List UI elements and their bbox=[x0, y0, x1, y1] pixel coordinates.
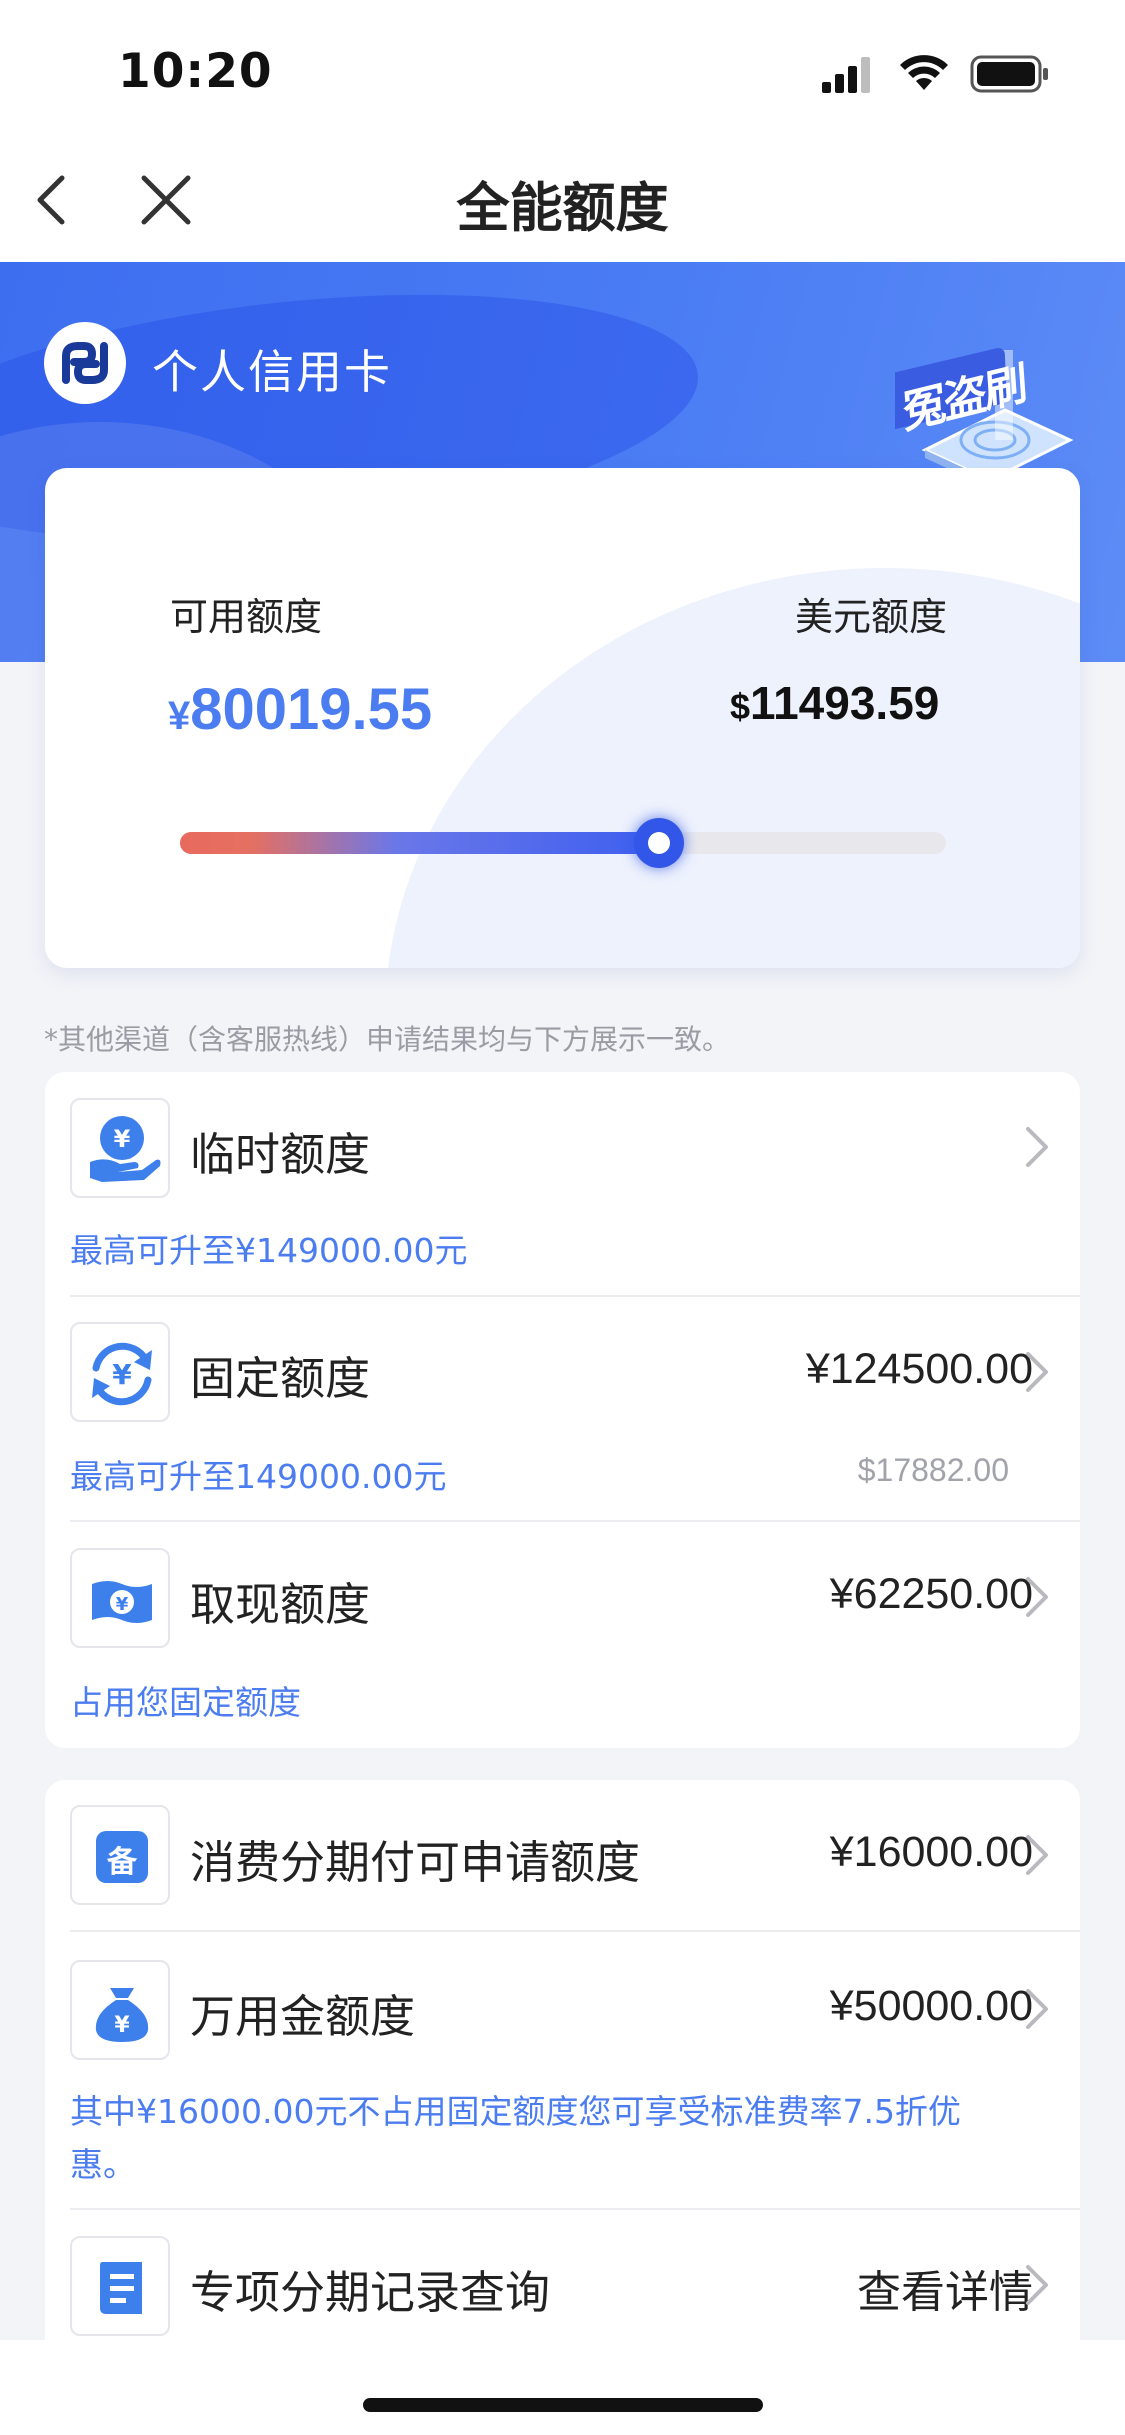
usd-limit-value: $11493.59 bbox=[730, 676, 939, 730]
document-list-icon bbox=[70, 2236, 170, 2336]
list-item-universal-fund-limit[interactable] bbox=[45, 1933, 1080, 2208]
svg-text:¥: ¥ bbox=[116, 1594, 129, 1615]
row-value: ¥62250.00 bbox=[829, 1570, 1033, 1618]
chevron-right-icon[interactable] bbox=[1022, 1833, 1052, 1877]
chevron-right-icon[interactable] bbox=[1022, 1350, 1052, 1394]
disclaimer-note: *其他渠道（含客服热线）申请结果均与下方展示一致。 bbox=[44, 1023, 731, 1056]
hand-yen-icon: ¥ bbox=[70, 1098, 170, 1198]
row-title: 万用金额度 bbox=[190, 1990, 416, 2043]
row-value: ¥50000.00 bbox=[829, 1982, 1033, 2030]
available-currency: ¥ bbox=[168, 694, 191, 738]
svg-text:¥: ¥ bbox=[112, 1358, 132, 1391]
row-subtitle: 最高可升至149000.00元 bbox=[70, 1457, 447, 1496]
chevron-right-icon[interactable] bbox=[1022, 2263, 1052, 2307]
row-title: 消费分期付可申请额度 bbox=[190, 1836, 641, 1889]
file-icon: 备 bbox=[70, 1805, 170, 1905]
home-indicator[interactable] bbox=[363, 2398, 763, 2412]
row-subtitle-line2: 惠。 bbox=[70, 2145, 136, 2184]
row-subtitle-line1: 其中¥16000.00元不占用固定额度您可享受标准费率7.5折优 bbox=[70, 2092, 961, 2131]
available-amount: 80019.55 bbox=[190, 677, 433, 742]
bank-logo-icon bbox=[44, 322, 126, 404]
view-details-link[interactable]: 查看详情 bbox=[857, 2256, 1033, 2320]
divider bbox=[70, 2208, 1080, 2210]
row-subtitle: 最高可升至¥149000.00元 bbox=[70, 1231, 468, 1270]
usd-limit-label: 美元额度 bbox=[795, 595, 948, 639]
file-icon-char: 备 bbox=[107, 1845, 137, 1880]
row-value: ¥124500.00 bbox=[805, 1345, 1033, 1393]
available-limit-value: ¥80019.55 bbox=[168, 676, 432, 743]
chevron-right-icon[interactable] bbox=[1022, 1575, 1052, 1619]
page-title: 全能额度 bbox=[456, 178, 669, 239]
divider bbox=[70, 1520, 1080, 1522]
card-decor bbox=[385, 568, 1080, 968]
banknote-icon: ¥ bbox=[70, 1548, 170, 1648]
row-title: 取现额度 bbox=[190, 1578, 371, 1631]
row-subtitle: 占用您固定额度 bbox=[70, 1683, 301, 1722]
status-time: 10:20 bbox=[118, 44, 273, 99]
card-brand-label: 个人信用卡 bbox=[152, 345, 392, 399]
row-title: 专项分期记录查询 bbox=[190, 2266, 551, 2319]
svg-text:¥: ¥ bbox=[114, 1125, 131, 1153]
chevron-right-icon[interactable] bbox=[1022, 1987, 1052, 2031]
svg-text:¥: ¥ bbox=[114, 2013, 130, 2038]
chevron-right-icon[interactable] bbox=[1022, 1125, 1052, 1169]
battery-icon bbox=[970, 55, 1048, 93]
row-usd-value: $17882.00 bbox=[857, 1452, 1009, 1488]
yen-refresh-icon: ¥ bbox=[70, 1322, 170, 1422]
usd-currency: $ bbox=[730, 686, 751, 727]
row-title: 临时额度 bbox=[190, 1128, 371, 1181]
limit-usage-knob bbox=[634, 818, 684, 868]
available-limit-label: 可用额度 bbox=[170, 595, 323, 639]
money-bag-icon: ¥ bbox=[70, 1960, 170, 2060]
row-title: 固定额度 bbox=[190, 1352, 371, 1405]
bottom-safe-area bbox=[0, 2340, 1125, 2435]
divider bbox=[70, 1930, 1080, 1932]
row-value: ¥16000.00 bbox=[829, 1828, 1033, 1876]
wifi-icon bbox=[900, 55, 948, 90]
limit-usage-fill bbox=[180, 832, 659, 854]
signal-icon bbox=[822, 57, 870, 93]
usd-amount: 11493.59 bbox=[750, 677, 940, 729]
divider bbox=[70, 1295, 1080, 1297]
